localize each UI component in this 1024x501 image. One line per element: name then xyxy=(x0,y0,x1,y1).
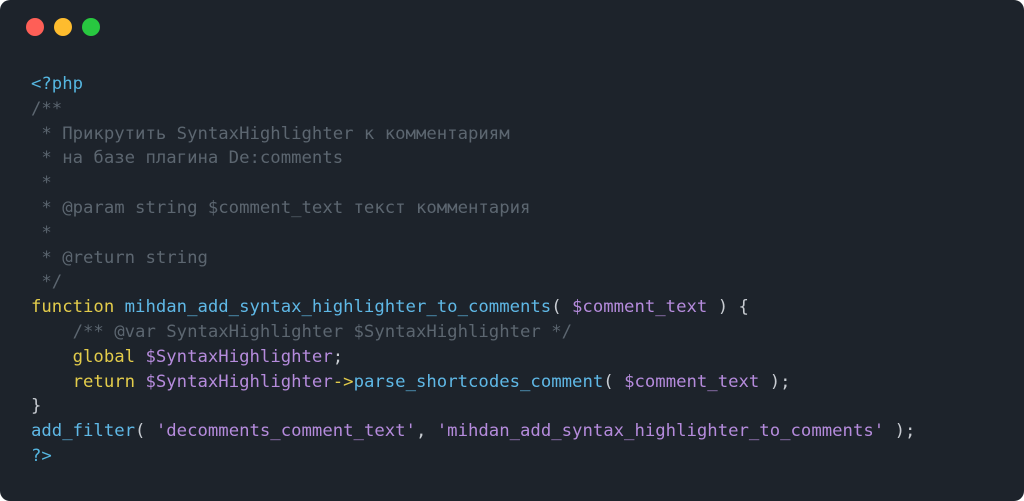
code-line: * на базе плагина De:comments xyxy=(31,146,915,171)
code-token-keyword: global xyxy=(72,346,136,367)
code-token-default: ); xyxy=(884,421,916,442)
code-line: */ xyxy=(31,270,915,295)
code-token-comment: * на базе плагина De:comments xyxy=(31,148,344,169)
code-token-func: parse_shortcodes_comment xyxy=(353,371,604,392)
minimize-icon[interactable] xyxy=(54,18,72,36)
code-token-default xyxy=(135,372,145,392)
code-line: } xyxy=(31,394,915,419)
code-token-arrow: -> xyxy=(332,371,354,392)
code-token-default: ; xyxy=(332,346,344,367)
code-token-default: ( xyxy=(603,371,625,392)
code-token-comment: * @param string $comment_text текст комм… xyxy=(31,197,531,218)
code-line: * xyxy=(31,171,915,196)
code-line: function mihdan_add_syntax_highlighter_t… xyxy=(31,295,915,320)
code-token-default xyxy=(114,297,124,317)
code-line: ?> xyxy=(31,444,915,469)
code-token-comment: /** xyxy=(31,98,63,119)
code-token-default xyxy=(135,347,145,367)
code-token-default: ( xyxy=(135,421,156,442)
code-token-var: $comment_text xyxy=(572,297,708,318)
code-line: * xyxy=(31,221,915,246)
code-token-var: $SyntaxHighlighter xyxy=(145,346,333,367)
code-token-default: ) { xyxy=(707,297,749,318)
code-line: * @return string xyxy=(31,246,915,271)
code-token-tag: ?> xyxy=(31,445,52,466)
code-token-func: mihdan_add_syntax_highlighter_to_comment… xyxy=(124,297,552,318)
code-token-comment: */ xyxy=(31,272,63,293)
code-token-comment: * @return string xyxy=(31,247,208,268)
code-token-default: ); xyxy=(759,371,791,392)
code-token-tag: <?php xyxy=(31,74,84,94)
code-line: * @param string $comment_text текст комм… xyxy=(31,196,915,221)
code-line: <?php xyxy=(31,72,915,97)
window-controls xyxy=(26,18,100,36)
code-token-string: 'decomments_comment_text' xyxy=(155,421,416,442)
code-token-default: ( xyxy=(551,297,573,318)
code-token-func: add_filter xyxy=(31,421,136,442)
code-token-var: $SyntaxHighlighter xyxy=(145,371,333,392)
code-token-keyword: return xyxy=(72,371,136,392)
code-token-default: , xyxy=(415,421,437,442)
code-window: <?php /** * Прикрутить SyntaxHighlighter … xyxy=(0,0,1024,501)
close-icon[interactable] xyxy=(26,18,44,36)
code-token-default xyxy=(31,347,73,367)
code-token-var: $comment_text xyxy=(624,371,760,392)
code-token-keyword: function xyxy=(31,297,115,318)
code-token-default: } xyxy=(31,396,42,417)
code-token-comment: * xyxy=(31,222,52,243)
zoom-icon[interactable] xyxy=(82,18,100,36)
code-line: /** @var SyntaxHighlighter $SyntaxHighli… xyxy=(31,320,915,345)
code-line: add_filter( 'decomments_comment_text', '… xyxy=(31,419,915,444)
code-token-comment: /** @var SyntaxHighlighter $SyntaxHighli… xyxy=(31,321,573,342)
code-token-default xyxy=(31,372,73,392)
code-line: global $SyntaxHighlighter; xyxy=(31,345,915,370)
code-line: return $SyntaxHighlighter->parse_shortco… xyxy=(31,370,915,395)
code-line: * Прикрутить SyntaxHighlighter к коммент… xyxy=(31,122,915,147)
code-token-comment: * Прикрутить SyntaxHighlighter к коммент… xyxy=(31,123,510,144)
code-block: <?php /** * Прикрутить SyntaxHighlighter … xyxy=(31,72,915,469)
code-token-comment: * xyxy=(31,173,52,194)
code-line: /** xyxy=(31,97,915,122)
code-token-string: 'mihdan_add_syntax_highlighter_to_commen… xyxy=(436,421,885,442)
